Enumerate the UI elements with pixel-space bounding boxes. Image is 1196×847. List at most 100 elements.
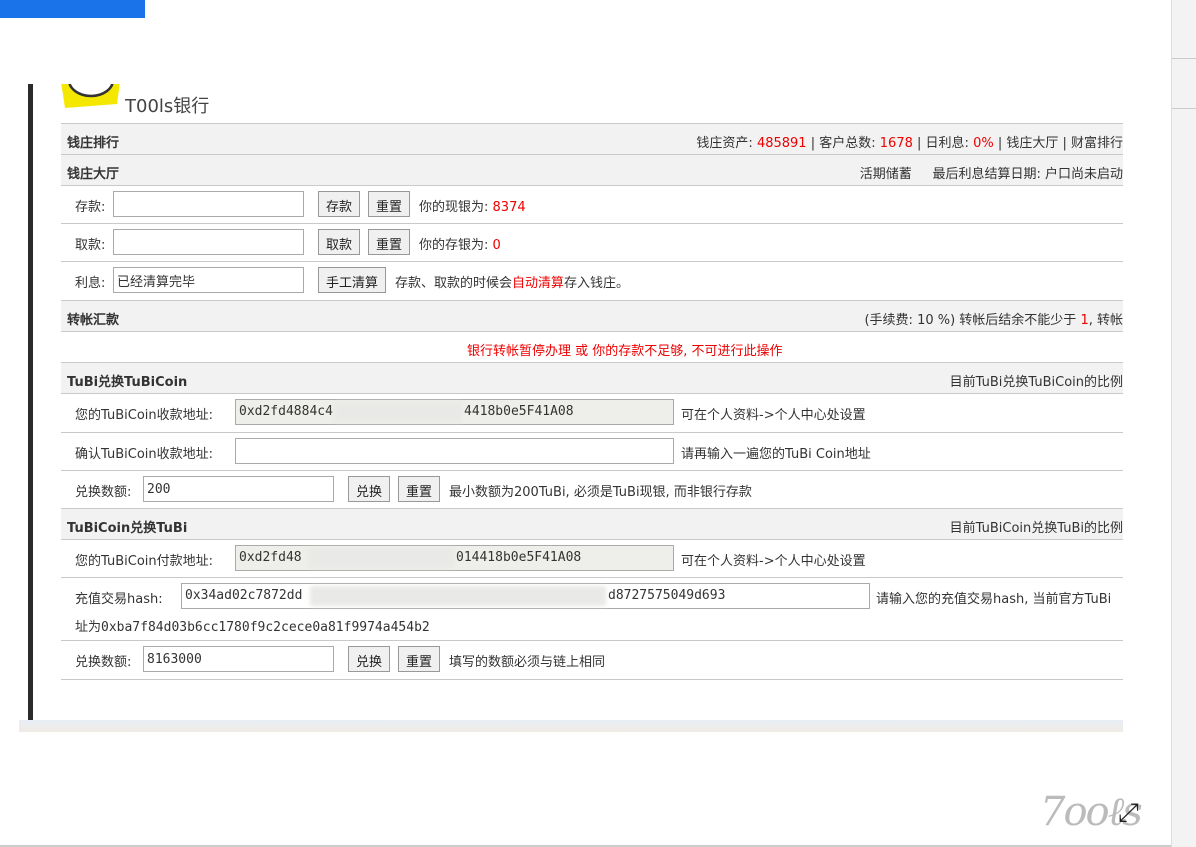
customers-value: 1678 bbox=[879, 136, 913, 151]
browser-tab-highlight bbox=[0, 0, 145, 18]
coin-to-tubi-header: TuBiCoin兑换TuBi 目前TuBiCoin兑换TuBi的比例 bbox=[61, 509, 1123, 540]
tubi-address-row: 您的TuBiCoin收款地址: 0xd2fd4884c4 4418b0e5F41… bbox=[61, 394, 1123, 433]
interest-label: | 日利息: bbox=[917, 136, 969, 151]
left-border bbox=[28, 84, 33, 720]
withdraw-label: 取款: bbox=[75, 238, 106, 253]
coin-amount-label: 兑换数额: bbox=[75, 655, 132, 670]
hash-start: 0x34ad02c7872dd bbox=[185, 588, 303, 603]
saved-value: 0 bbox=[492, 238, 501, 253]
pay-address-start: 0xd2fd48 bbox=[239, 550, 302, 565]
coin-amount-row: 兑换数额: 兑换 重置 填写的数额必须与链上相同 bbox=[61, 641, 1123, 680]
tubi-reset-button[interactable]: 重置 bbox=[398, 476, 441, 502]
settle-note-b: 自动清算 bbox=[512, 276, 565, 291]
transfer-notice: 银行转帐暂停办理 或 你的存款不足够, 不可进行此操作 bbox=[467, 344, 783, 359]
expand-icon[interactable]: ⤢ bbox=[1118, 798, 1139, 829]
withdraw-input[interactable] bbox=[113, 229, 304, 255]
rank-title: 钱庄排行 bbox=[67, 136, 120, 151]
rank-stats: 钱庄资产: 485891 | 客户总数: 1678 | 日利息: 0% | 钱庄… bbox=[696, 132, 1123, 151]
cash-label: 你的现银为: bbox=[419, 200, 489, 215]
tubi-address-label: 您的TuBiCoin收款地址: bbox=[75, 408, 213, 423]
tubi-amount-input[interactable] bbox=[143, 476, 334, 502]
savings-type: 活期储蓄 bbox=[859, 167, 912, 182]
withdraw-button[interactable]: 取款 bbox=[318, 229, 361, 255]
transfer-fee: (手续费: 10 %) 转帐后结余不能少于 1, 转帐 bbox=[864, 309, 1123, 328]
assets-label: 钱庄资产: bbox=[696, 136, 753, 151]
cash-value: 8374 bbox=[492, 200, 526, 215]
bank-content: 钱庄排行 钱庄资产: 485891 | 客户总数: 1678 | 日利息: 0%… bbox=[61, 123, 1123, 680]
tubi-to-coin-rate: 目前TuBi兑换TuBiCoin的比例 bbox=[949, 375, 1123, 390]
receive-address-field: 0xd2fd4884c4 4418b0e5F41A08 bbox=[235, 399, 674, 425]
official-address-note: 址为0xba7f84d03b6cc1780f9c2cece0a81f9974a4… bbox=[75, 620, 430, 635]
tubi-amount-note: 最小数额为200TuBi, 必须是TuBi现银, 而非银行存款 bbox=[449, 485, 752, 500]
cash-note: 你的现银为: 8374 bbox=[419, 196, 526, 215]
hall-info: 活期储蓄 最后利息结算日期: 户口尚未启动 bbox=[860, 163, 1123, 182]
saved-note: 你的存银为: 0 bbox=[419, 234, 501, 253]
coin-reset-button[interactable]: 重置 bbox=[398, 646, 441, 672]
receive-address-start: 0xd2fd4884c4 bbox=[239, 404, 333, 419]
assets-value: 485891 bbox=[756, 136, 807, 151]
confirm-address-label: 确认TuBiCoin收款地址: bbox=[75, 447, 213, 462]
saved-label: 你的存银为: bbox=[419, 238, 489, 253]
redaction bbox=[308, 548, 454, 568]
pay-address-label: 您的TuBiCoin付款地址: bbox=[75, 554, 213, 569]
pay-address-field: 0xd2fd48 014418b0e5F41A08 bbox=[235, 545, 674, 571]
tubi-to-coin-title: TuBi兑换TuBiCoin bbox=[67, 375, 188, 390]
coin-amount-note: 填写的数额必须与链上相同 bbox=[449, 655, 606, 670]
hash-label: 充值交易hash: bbox=[75, 592, 163, 607]
redaction bbox=[334, 402, 462, 422]
taskbar-strip bbox=[19, 720, 1123, 732]
coin-to-tubi-title: TuBiCoin兑换TuBi bbox=[67, 521, 188, 536]
bank-page: T00ls银行 钱庄排行 钱庄资产: 485891 | 客户总数: 1678 |… bbox=[19, 84, 1123, 720]
hash-note: 请输入您的充值交易hash, 当前官方TuBi bbox=[876, 592, 1112, 607]
fee-tail: , 转帐 bbox=[1088, 313, 1123, 328]
interest-value: 0% bbox=[973, 136, 994, 151]
hall-title: 钱庄大厅 bbox=[67, 167, 120, 182]
pay-address-row: 您的TuBiCoin付款地址: 0xd2fd48 014418b0e5F41A0… bbox=[61, 540, 1123, 578]
tubi-exchange-button[interactable]: 兑换 bbox=[348, 476, 391, 502]
tubi-amount-label: 兑换数额: bbox=[75, 485, 132, 500]
settle-note-a: 存款、取款的时候会 bbox=[395, 276, 513, 291]
hash-input[interactable]: 0x34ad02c7872dd d8727575049d693 bbox=[181, 583, 870, 609]
redaction bbox=[310, 586, 606, 606]
coin-exchange-button[interactable]: 兑换 bbox=[348, 646, 391, 672]
withdraw-reset-button[interactable]: 重置 bbox=[368, 229, 411, 255]
bank-title: T00ls银行 bbox=[125, 96, 210, 117]
deposit-row: 存款: 存款 重置 你的现银为: 8374 bbox=[61, 186, 1123, 224]
deposit-reset-button[interactable]: 重置 bbox=[368, 191, 411, 217]
bank-logo-icon bbox=[61, 84, 120, 108]
pay-address-note: 可在个人资料->个人中心处设置 bbox=[681, 554, 866, 569]
fee-text: (手续费: 10 %) 转帐后结余不能少于 bbox=[864, 313, 1077, 328]
settle-note: 存款、取款的时候会自动清算存入钱庄。 bbox=[395, 272, 629, 291]
rank-links[interactable]: | 钱庄大厅 | 财富排行 bbox=[998, 136, 1123, 151]
hash-row: 充值交易hash: 0x34ad02c7872dd d8727575049d69… bbox=[61, 578, 1123, 641]
deposit-button[interactable]: 存款 bbox=[318, 191, 361, 217]
confirm-address-note: 请再输入一遍您的TuBi Coin地址 bbox=[681, 447, 871, 462]
hash-end: d8727575049d693 bbox=[608, 588, 726, 603]
transfer-header: 转帐汇款 (手续费: 10 %) 转帐后结余不能少于 1, 转帐 bbox=[61, 301, 1123, 332]
withdraw-row: 取款: 取款 重置 你的存银为: 0 bbox=[61, 224, 1123, 262]
receive-address-note: 可在个人资料->个人中心处设置 bbox=[681, 408, 866, 423]
interest-row-label: 利息: bbox=[75, 276, 106, 291]
manual-settle-button[interactable]: 手工清算 bbox=[318, 267, 387, 293]
deposit-label: 存款: bbox=[75, 200, 106, 215]
transfer-notice-row: 银行转帐暂停办理 或 你的存款不足够, 不可进行此操作 bbox=[61, 332, 1123, 363]
confirm-address-input[interactable] bbox=[235, 438, 674, 464]
pay-address-end: 014418b0e5F41A08 bbox=[456, 550, 582, 565]
coin-amount-input[interactable] bbox=[143, 646, 334, 672]
fee-min: 1 bbox=[1080, 313, 1089, 328]
confirm-address-row: 确认TuBiCoin收款地址: 请再输入一遍您的TuBi Coin地址 bbox=[61, 433, 1123, 471]
receive-address-end: 4418b0e5F41A08 bbox=[464, 404, 574, 419]
window-side-panel bbox=[1171, 0, 1196, 847]
interest-input[interactable] bbox=[113, 267, 304, 293]
hall-header: 钱庄大厅 活期储蓄 最后利息结算日期: 户口尚未启动 bbox=[61, 155, 1123, 186]
coin-to-tubi-rate: 目前TuBiCoin兑换TuBi的比例 bbox=[949, 521, 1123, 536]
last-interest-date: 最后利息结算日期: 户口尚未启动 bbox=[932, 167, 1123, 182]
tubi-amount-row: 兑换数额: 兑换 重置 最小数额为200TuBi, 必须是TuBi现银, 而非银… bbox=[61, 471, 1123, 509]
tubi-to-coin-header: TuBi兑换TuBiCoin 目前TuBi兑换TuBiCoin的比例 bbox=[61, 363, 1123, 394]
customers-label: | 客户总数: bbox=[810, 136, 876, 151]
settle-note-c: 存入钱庄。 bbox=[564, 276, 630, 291]
interest-row: 利息: 手工清算 存款、取款的时候会自动清算存入钱庄。 bbox=[61, 262, 1123, 301]
deposit-input[interactable] bbox=[113, 191, 304, 217]
transfer-title: 转帐汇款 bbox=[67, 313, 120, 328]
rank-header: 钱庄排行 钱庄资产: 485891 | 客户总数: 1678 | 日利息: 0%… bbox=[61, 123, 1123, 155]
